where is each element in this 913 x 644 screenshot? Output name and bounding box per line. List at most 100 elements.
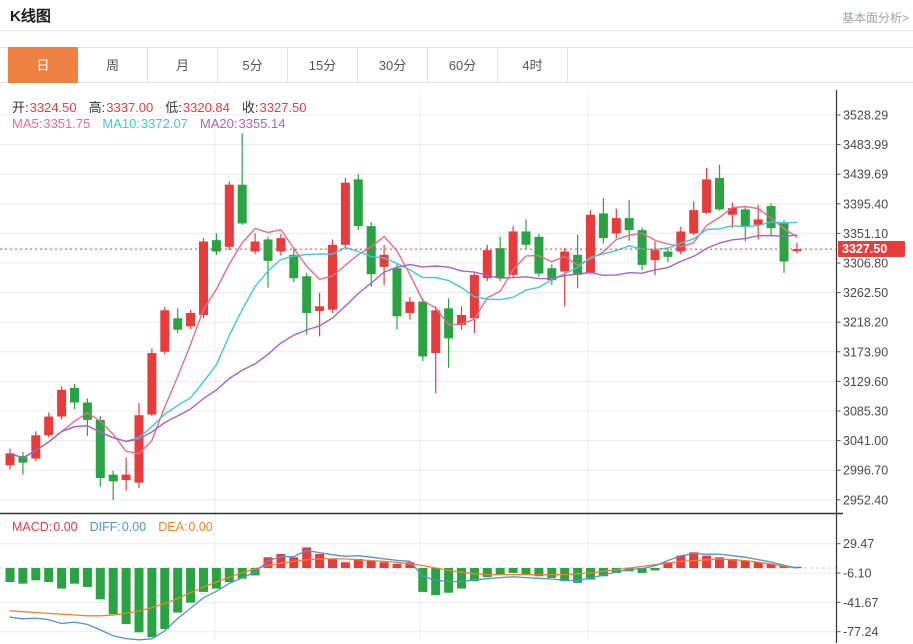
indicator-label: MACD:	[12, 520, 52, 534]
axis-label: 3041.00	[843, 434, 888, 448]
macd-bar	[6, 568, 15, 582]
candle-body	[651, 250, 660, 260]
indicator-label: DEA:	[158, 520, 187, 534]
macd-bar	[18, 568, 27, 584]
axis-label: 3395.40	[843, 197, 888, 211]
axis-label: 3483.99	[843, 138, 888, 152]
macd-bar	[186, 568, 195, 603]
kline-widget: K线图 基本面分析> 日周月5分15分30分60分4时 3528.293483.…	[0, 0, 913, 644]
ohlc-readout: 开:3324.50高:3337.00低:3320.84收:3327.50	[12, 97, 307, 116]
macd-bar	[418, 568, 427, 592]
axis-label: 29.47	[843, 537, 874, 551]
candle-body	[289, 255, 298, 278]
axis-label: 3262.50	[843, 286, 888, 300]
indicator-item: 开:3324.50	[12, 97, 77, 116]
candle-body	[444, 308, 453, 338]
indicator-item: 低:3320.84	[165, 97, 230, 116]
indicator-label: DIFF:	[90, 520, 121, 534]
candle-body	[212, 240, 221, 251]
macd-bar	[509, 568, 518, 573]
indicator-value: 0.00	[122, 520, 146, 534]
candle-body	[57, 390, 66, 417]
indicator-value: 3320.84	[183, 100, 230, 115]
candle-body	[663, 252, 672, 257]
indicator-label: MA10:	[102, 116, 140, 131]
macd-bar	[483, 568, 492, 577]
ma-readout: MA5:3351.75 MA10:3372.07 MA20:3355.14	[12, 116, 286, 131]
candle-body	[767, 206, 776, 228]
candle-body	[431, 310, 440, 353]
macd-bar	[380, 562, 389, 568]
axis-label: -77.24	[843, 625, 878, 639]
candle-body	[728, 208, 737, 215]
ma20-line	[10, 235, 797, 458]
indicator-label: MA5:	[12, 116, 42, 131]
macd-bar	[289, 557, 298, 568]
indicator-label: 高:	[89, 100, 106, 115]
candle-body	[31, 435, 40, 458]
macd-bar	[122, 568, 131, 624]
current-price-badge: 3327.50	[838, 241, 905, 257]
macd-bar	[109, 568, 118, 614]
indicator-label: 收:	[242, 100, 259, 115]
candle-body	[496, 248, 505, 278]
candle-body	[612, 218, 621, 233]
candle-body	[160, 310, 169, 351]
macd-bar	[96, 568, 105, 599]
macd-bar	[225, 568, 234, 582]
macd-bar	[651, 568, 660, 570]
candle-body	[625, 218, 634, 230]
macd-bar	[393, 564, 402, 568]
candle-body	[354, 179, 363, 226]
candle-body	[380, 255, 389, 267]
candle-body	[96, 420, 105, 478]
axis-label: 3306.80	[843, 256, 888, 270]
axis-label: -6.10	[843, 567, 872, 581]
candle-body	[367, 226, 376, 274]
macd-bar	[83, 568, 92, 587]
indicator-item: DIFF:0.00	[90, 520, 147, 534]
macd-bar	[160, 568, 169, 629]
candle-body	[715, 178, 724, 209]
indicator-value: 3324.50	[30, 100, 77, 115]
indicator-value: 0.00	[188, 520, 212, 534]
axis-label: 2996.70	[843, 464, 888, 478]
candle-body	[147, 353, 156, 414]
axis-label: 3528.29	[843, 109, 888, 123]
candle-body	[44, 417, 53, 436]
candle-body	[560, 252, 569, 272]
macd-bar	[212, 568, 221, 589]
candle-body	[225, 185, 234, 247]
candle-body	[405, 302, 414, 313]
indicator-item: MA5:3351.75	[12, 116, 90, 131]
macd-bar	[444, 568, 453, 593]
macd-bar	[741, 561, 750, 568]
axis-label: -41.67	[843, 596, 878, 610]
candle-body	[135, 415, 144, 482]
macd-bar	[31, 568, 40, 580]
candle-body	[122, 475, 131, 480]
axis-label: 3439.69	[843, 168, 888, 182]
candle-body	[689, 210, 698, 233]
indicator-item: MA20:3355.14	[200, 116, 286, 131]
candle-body	[586, 215, 595, 273]
indicator-value: 3355.14	[239, 116, 286, 131]
macd-bar	[496, 568, 505, 575]
candle-body	[70, 388, 79, 403]
candle-body	[341, 183, 350, 245]
candle-body	[238, 185, 247, 224]
axis-label: 3218.20	[843, 316, 888, 330]
indicator-item: DEA:0.00	[158, 520, 213, 534]
axis-label: 3129.60	[843, 375, 888, 389]
indicator-value: 3327.50	[260, 100, 307, 115]
macd-bar	[147, 568, 156, 637]
indicator-label: 低:	[165, 100, 182, 115]
candle-body	[522, 231, 531, 244]
candle-body	[418, 302, 427, 357]
candle-body	[251, 241, 260, 251]
macd-bar	[70, 568, 79, 584]
macd-readout: MACD:0.00DIFF:0.00DEA:0.00	[12, 520, 213, 534]
macd-bar	[367, 561, 376, 568]
indicator-value: 3372.07	[141, 116, 188, 131]
indicator-item: MACD:0.00	[12, 520, 78, 534]
